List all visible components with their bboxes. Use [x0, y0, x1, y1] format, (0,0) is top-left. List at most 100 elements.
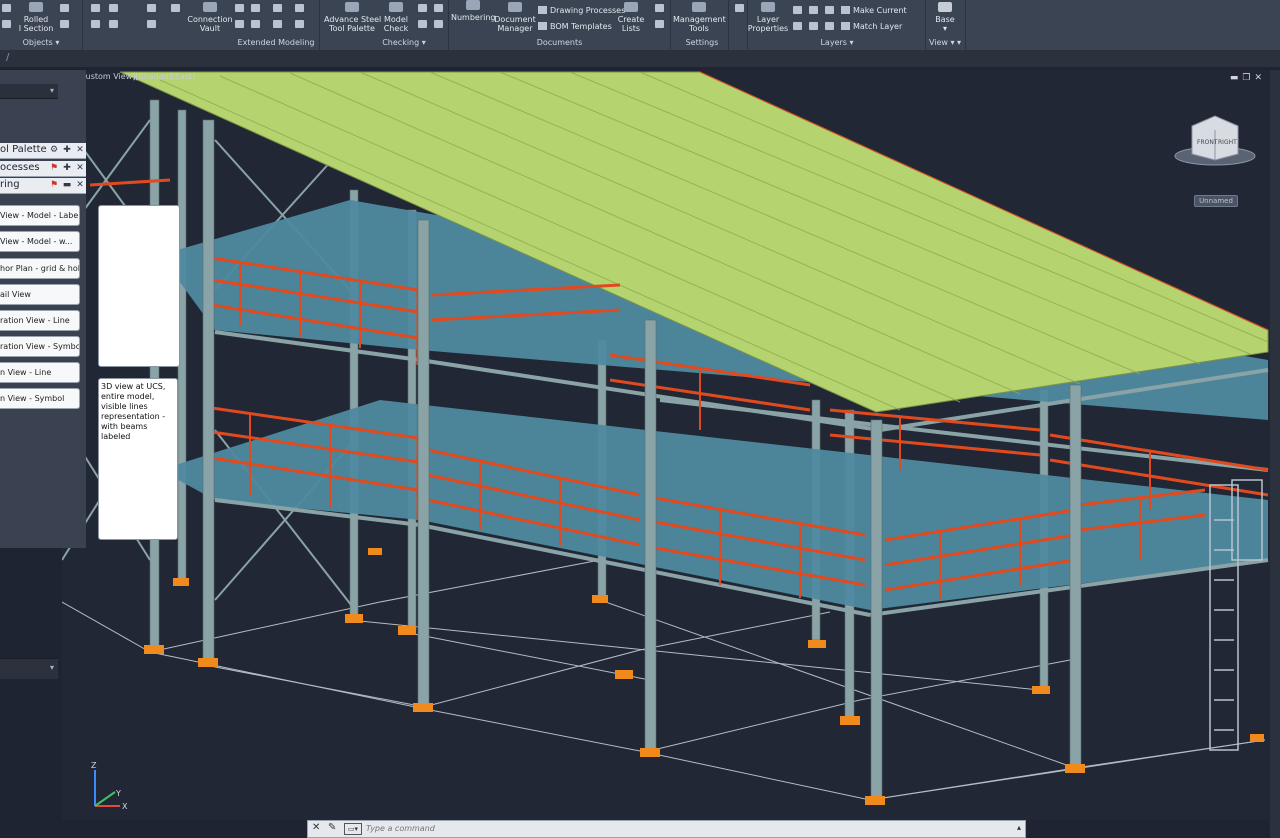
objects-group-label[interactable]: Objects ▾: [0, 38, 82, 47]
documents-group-label[interactable]: Documents: [449, 38, 670, 47]
drawing-tool-item[interactable]: hor Plan - grid & hol...: [0, 258, 80, 279]
bolt-icon[interactable]: [91, 20, 100, 28]
anchor-icon[interactable]: [109, 20, 118, 28]
ucs-menu[interactable]: Unnamed: [1194, 195, 1238, 207]
railing-icon[interactable]: [235, 20, 244, 28]
extended-modeling-group-label[interactable]: Extended Modeling: [233, 38, 319, 47]
wrench-icon[interactable]: ✎: [328, 822, 336, 833]
properties-panel-header[interactable]: ▾: [0, 658, 58, 679]
command-history-icon[interactable]: ▭▾: [344, 823, 362, 835]
house-icon[interactable]: [273, 4, 282, 12]
make-current-button[interactable]: Make Current: [841, 6, 907, 15]
tool-icon[interactable]: [60, 20, 69, 28]
layer-freeze-icon[interactable]: [809, 6, 818, 14]
drawing-tool-item[interactable]: ration View - Line: [0, 310, 80, 331]
drawing-tool-item[interactable]: n View - Symbol: [0, 388, 80, 409]
drawing-tool-item[interactable]: ail View: [0, 284, 80, 305]
connection-vault-button[interactable]: Connection Vault: [187, 2, 233, 33]
column-icon[interactable]: [60, 4, 69, 12]
viewcube[interactable]: FRONT RIGHT: [1174, 115, 1256, 166]
drawing-tool-item[interactable]: n View - Line: [0, 362, 80, 383]
palette-row-label: ol Palette: [0, 144, 47, 155]
restore-icon[interactable]: ❐: [1242, 73, 1254, 83]
command-input[interactable]: [366, 822, 966, 835]
layer-properties-button[interactable]: Layer Properties: [747, 2, 789, 33]
match-layer-button[interactable]: Match Layer: [841, 22, 902, 31]
model-3d-scene[interactable]: FRONT RIGHT Z X Y: [62, 70, 1270, 820]
palette-dropdown[interactable]: ▾: [0, 84, 58, 99]
drawing-tool-item[interactable]: View - Model - w...: [0, 231, 80, 252]
match-layer-label: Match Layer: [853, 22, 903, 31]
checking-group-label[interactable]: Checking ▾: [360, 38, 448, 47]
drawing-processes-label: Drawing Processes: [550, 6, 626, 15]
audit-icon[interactable]: [418, 20, 427, 28]
grid-icon[interactable]: [171, 4, 180, 12]
tool-preview-image: [98, 205, 180, 367]
cube-icon[interactable]: [91, 4, 100, 12]
layer-state-icon[interactable]: [735, 4, 744, 12]
close-icon[interactable]: ✕: [1254, 73, 1266, 83]
ribbon-group-documents: Numbering Document Manager Drawing Proce…: [449, 0, 671, 50]
beam-icon[interactable]: [2, 4, 11, 12]
report-icon[interactable]: [434, 20, 443, 28]
grate-icon[interactable]: [109, 4, 118, 12]
layer-unlock-icon[interactable]: [825, 22, 834, 30]
palette-row-drawing[interactable]: ring ⚑ ▬ ✕: [0, 178, 86, 194]
clash-icon[interactable]: [418, 4, 427, 12]
layer-off-icon[interactable]: [793, 6, 802, 14]
minimize-icon[interactable]: ▬: [1230, 73, 1243, 83]
close-icon[interactable]: ✕: [312, 822, 320, 833]
advance-steel-tool-palette-button[interactable]: Advance Steel Tool Palette: [324, 2, 381, 33]
model-viewport[interactable]: FRONT RIGHT Z X Y: [62, 70, 1270, 820]
file-tab-path[interactable]: /: [6, 52, 9, 63]
match-layer-icon: [841, 22, 850, 30]
ucs-icon: Z X Y: [91, 761, 128, 811]
drawing-tool-item[interactable]: View - Model - Labels: [0, 205, 80, 226]
plate-icon[interactable]: [2, 20, 11, 28]
view-group-label[interactable]: View ▾ ▾: [925, 38, 965, 47]
settings-group-label[interactable]: Settings: [671, 38, 733, 47]
create-lists-button[interactable]: Create Lists: [615, 2, 647, 33]
minus-icon[interactable]: ▬: [62, 180, 72, 190]
model-check-button[interactable]: Model Check: [380, 2, 412, 33]
checker-icon[interactable]: [147, 20, 156, 28]
stair-icon[interactable]: [251, 4, 260, 12]
pattern-icon[interactable]: [147, 4, 156, 12]
move-icon[interactable]: ✚: [62, 163, 72, 173]
numbering-button[interactable]: Numbering: [451, 0, 496, 22]
layer-lock-icon[interactable]: [825, 6, 834, 14]
drawing-processes-icon: [538, 6, 547, 14]
close-icon[interactable]: ✕: [75, 180, 85, 190]
right-panel-strip: [1270, 70, 1280, 838]
create-lists-label: Create Lists: [617, 15, 645, 33]
document-manager-button[interactable]: Document Manager: [493, 2, 537, 33]
chevron-down-icon: ▾: [49, 86, 54, 95]
layers-icon[interactable]: [295, 4, 304, 12]
settings-list-icon[interactable]: [655, 4, 664, 12]
ladder-icon[interactable]: [251, 20, 260, 28]
close-icon[interactable]: ✕: [75, 163, 85, 173]
ribbon-group-objects: Rolled I Section Objects ▾: [0, 0, 83, 50]
base-view-button[interactable]: Base ▾: [929, 2, 961, 33]
palette-row-processes[interactable]: ocesses ⚑ ✚ ✕: [0, 161, 86, 177]
refresh-icon[interactable]: [295, 20, 304, 28]
pencil-icon[interactable]: [273, 20, 282, 28]
management-tools-button[interactable]: Management Tools: [673, 2, 726, 33]
layer-unfreeze-icon[interactable]: [809, 22, 818, 30]
ribbon: Rolled I Section Objects ▾ Connection Va…: [0, 0, 1280, 51]
layer-iso-icon[interactable]: [793, 22, 802, 30]
layers-group-label[interactable]: Layers ▾: [749, 38, 925, 47]
drawing-tool-item[interactable]: ration View - Symbol: [0, 336, 80, 357]
close-icon[interactable]: ✕: [75, 145, 85, 155]
rolled-i-section-button[interactable]: Rolled I Section: [16, 2, 56, 33]
palette-row-tool-palette[interactable]: ol Palette ⚙ ✚ ✕: [0, 143, 86, 159]
frame-icon[interactable]: [235, 4, 244, 12]
viewport-window-controls[interactable]: ▬❐✕: [1230, 73, 1266, 83]
settings-icon[interactable]: ⚙: [49, 145, 59, 155]
move-icon[interactable]: ✚: [62, 145, 72, 155]
bom-templates-button[interactable]: BOM Templates: [538, 22, 612, 31]
search-icon[interactable]: [434, 4, 443, 12]
export-icon[interactable]: [655, 20, 664, 28]
drawing-processes-button[interactable]: Drawing Processes: [538, 6, 625, 15]
chevron-up-icon[interactable]: ▴: [1017, 823, 1021, 832]
